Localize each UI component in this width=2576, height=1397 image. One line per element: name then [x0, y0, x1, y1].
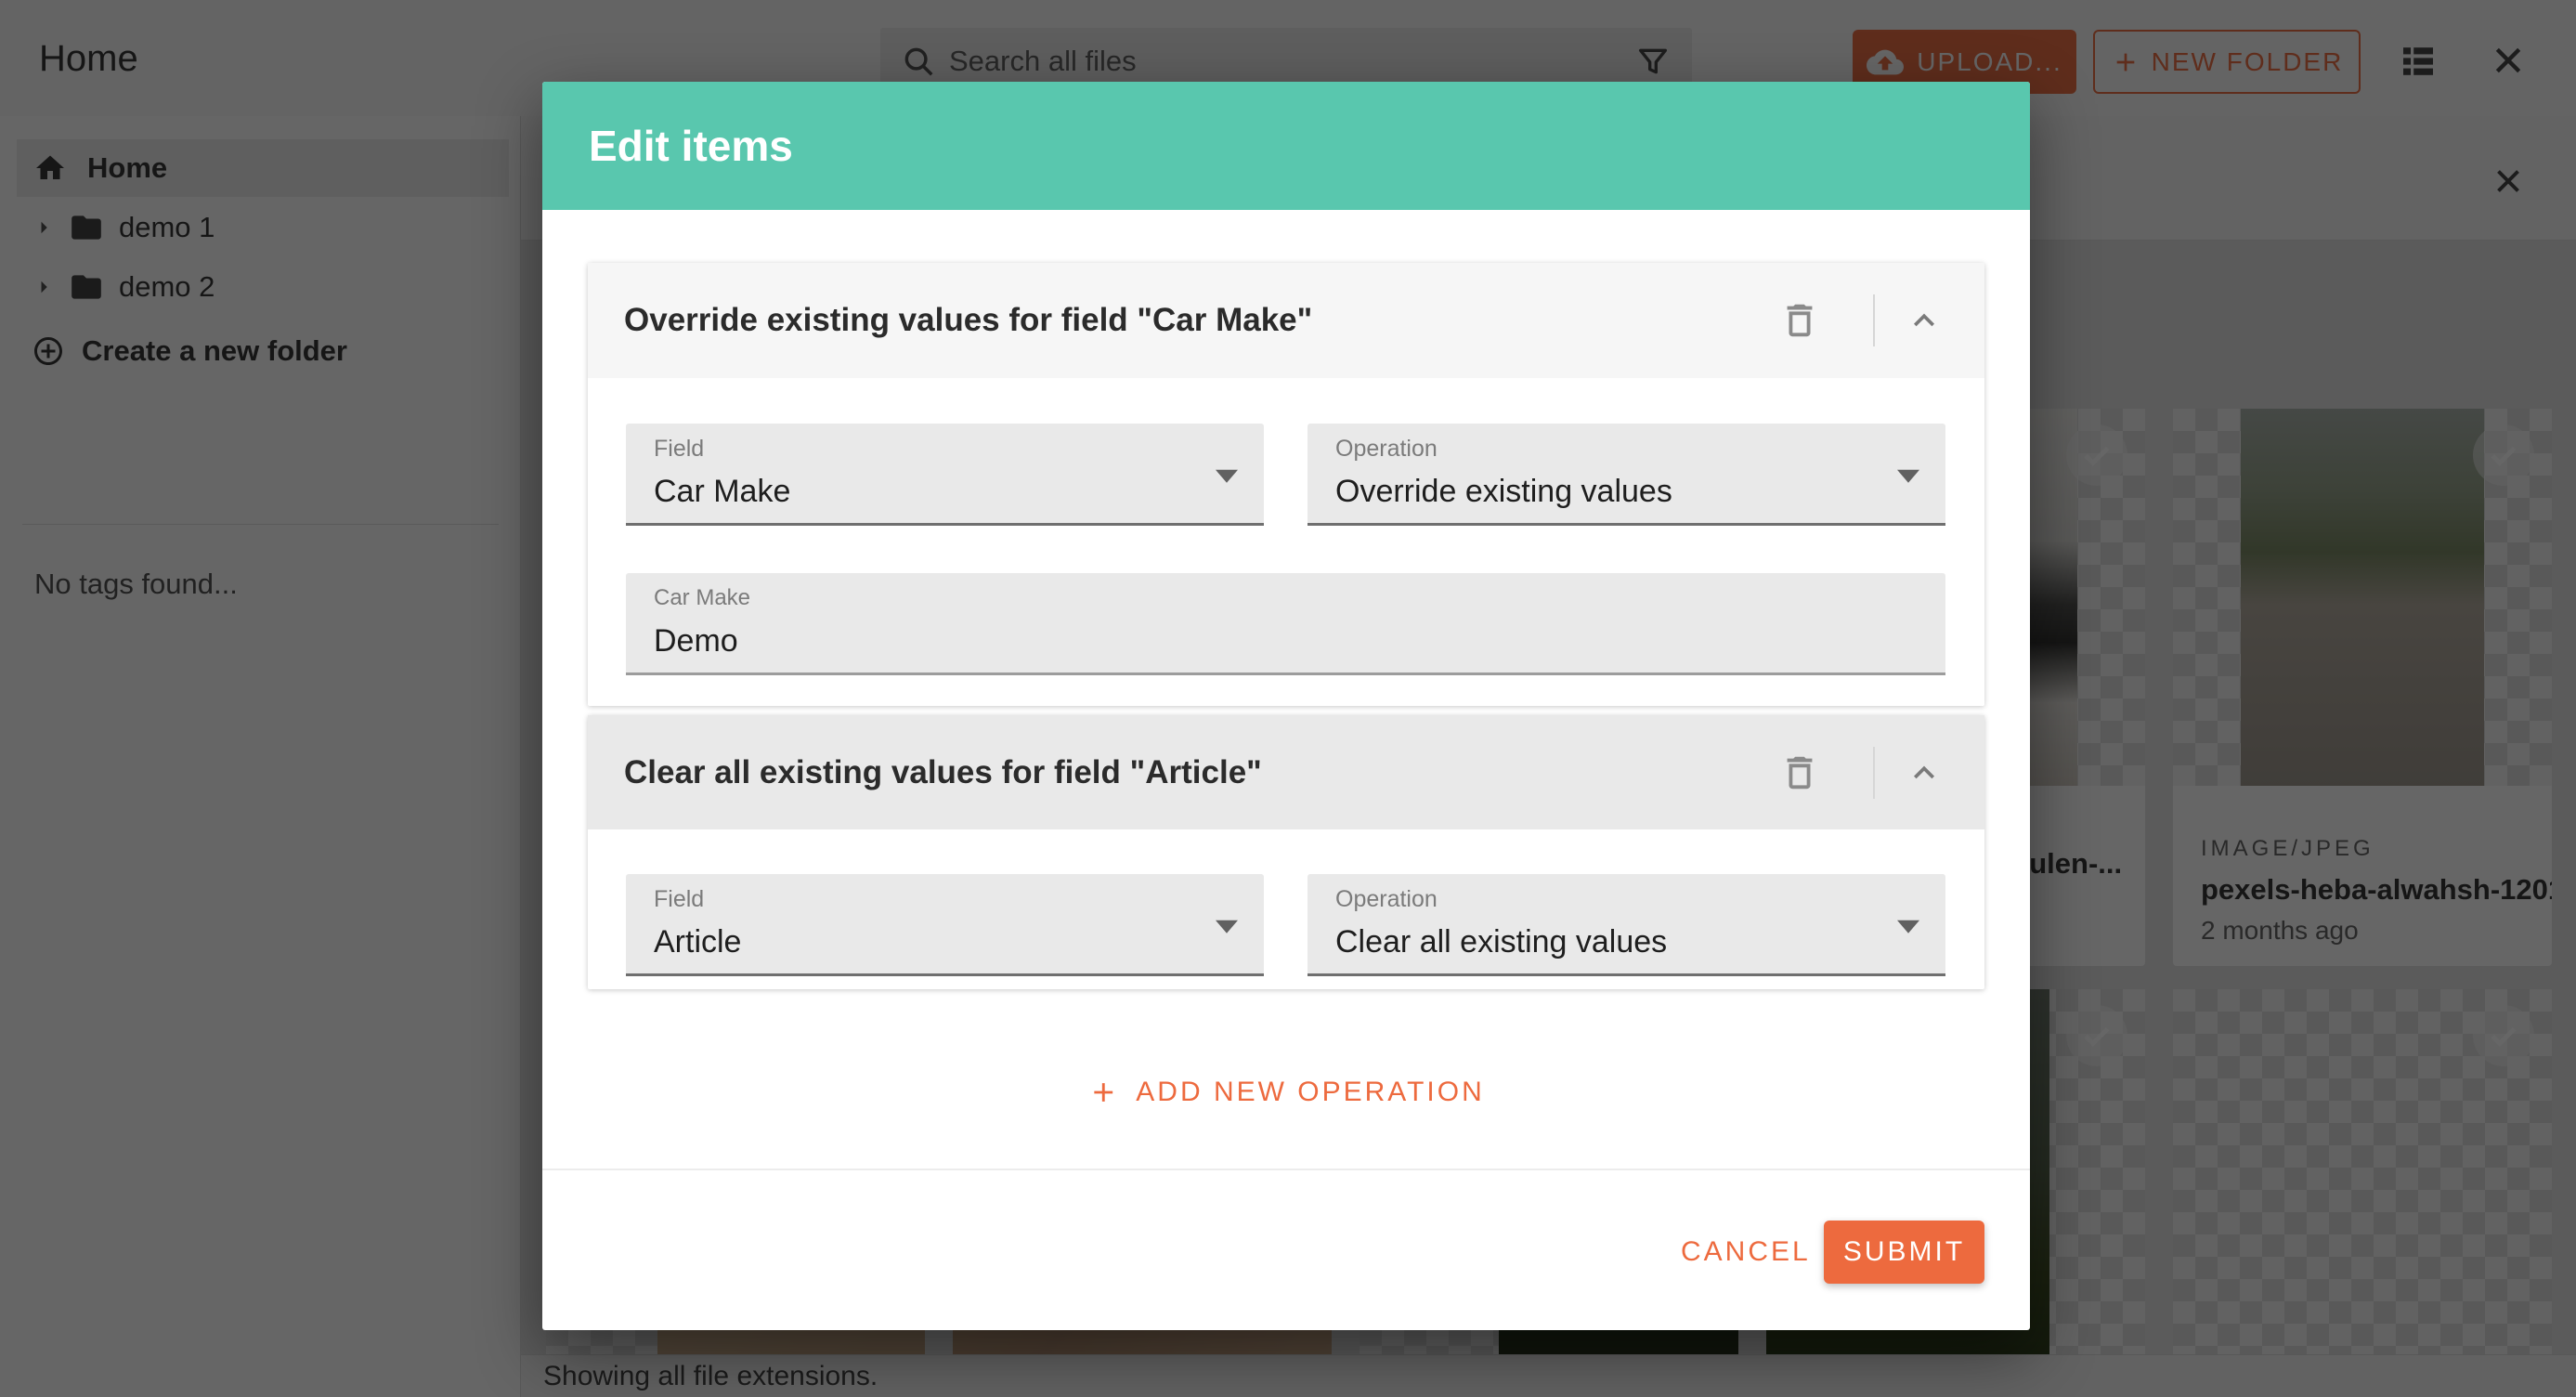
header-divider	[1873, 294, 1875, 346]
operation-select-value: Clear all existing values	[1335, 924, 1667, 960]
footer-divider	[542, 1169, 2030, 1170]
operation-title: Override existing values for field "Car …	[624, 302, 1312, 339]
dropdown-caret-icon	[1897, 469, 1919, 482]
delete-operation-icon[interactable]	[1778, 299, 1821, 342]
operation-select[interactable]: Operation Override existing values	[1308, 424, 1945, 526]
operation-select-label: Operation	[1335, 886, 1438, 913]
operation-card-2: Clear all existing values for field "Art…	[588, 715, 1984, 989]
value-input[interactable]: Car Make Demo	[626, 573, 1945, 675]
dialog-header: Edit items	[542, 82, 2030, 210]
value-input-label: Car Make	[654, 585, 750, 611]
collapse-operation-icon[interactable]	[1904, 752, 1945, 793]
collapse-operation-icon[interactable]	[1904, 300, 1945, 341]
operation-card-1: Override existing values for field "Car …	[588, 263, 1984, 706]
field-select-value: Car Make	[654, 474, 790, 510]
cancel-button[interactable]: CANCEL	[1653, 1221, 1839, 1284]
cancel-button-label: CANCEL	[1681, 1236, 1811, 1268]
field-select-label: Field	[654, 886, 704, 913]
dropdown-caret-icon	[1216, 469, 1238, 482]
edit-items-dialog: Edit items Override existing values for …	[542, 82, 2030, 1330]
header-divider	[1873, 747, 1875, 799]
dialog-title: Edit items	[589, 82, 793, 210]
dropdown-caret-icon	[1897, 920, 1919, 933]
operation-title: Clear all existing values for field "Art…	[624, 754, 1262, 791]
add-new-operation-label: ADD NEW OPERATION	[1136, 1077, 1484, 1108]
field-select[interactable]: Field Car Make	[626, 424, 1264, 526]
add-new-operation-button[interactable]: ADD NEW OPERATION	[1087, 1061, 1484, 1124]
operation-select-label: Operation	[1335, 436, 1438, 463]
operation-card-header: Override existing values for field "Car …	[588, 263, 1984, 378]
field-select-label: Field	[654, 436, 704, 463]
operation-select-value: Override existing values	[1335, 474, 1672, 510]
value-input-value: Demo	[654, 623, 738, 659]
plus-icon	[1087, 1077, 1119, 1108]
submit-button-label: SUBMIT	[1843, 1236, 1965, 1268]
submit-button[interactable]: SUBMIT	[1824, 1221, 1984, 1284]
operation-card-header: Clear all existing values for field "Art…	[588, 715, 1984, 829]
delete-operation-icon[interactable]	[1778, 751, 1821, 794]
field-select[interactable]: Field Article	[626, 874, 1264, 976]
dropdown-caret-icon	[1216, 920, 1238, 933]
operation-select[interactable]: Operation Clear all existing values	[1308, 874, 1945, 976]
field-select-value: Article	[654, 924, 741, 960]
